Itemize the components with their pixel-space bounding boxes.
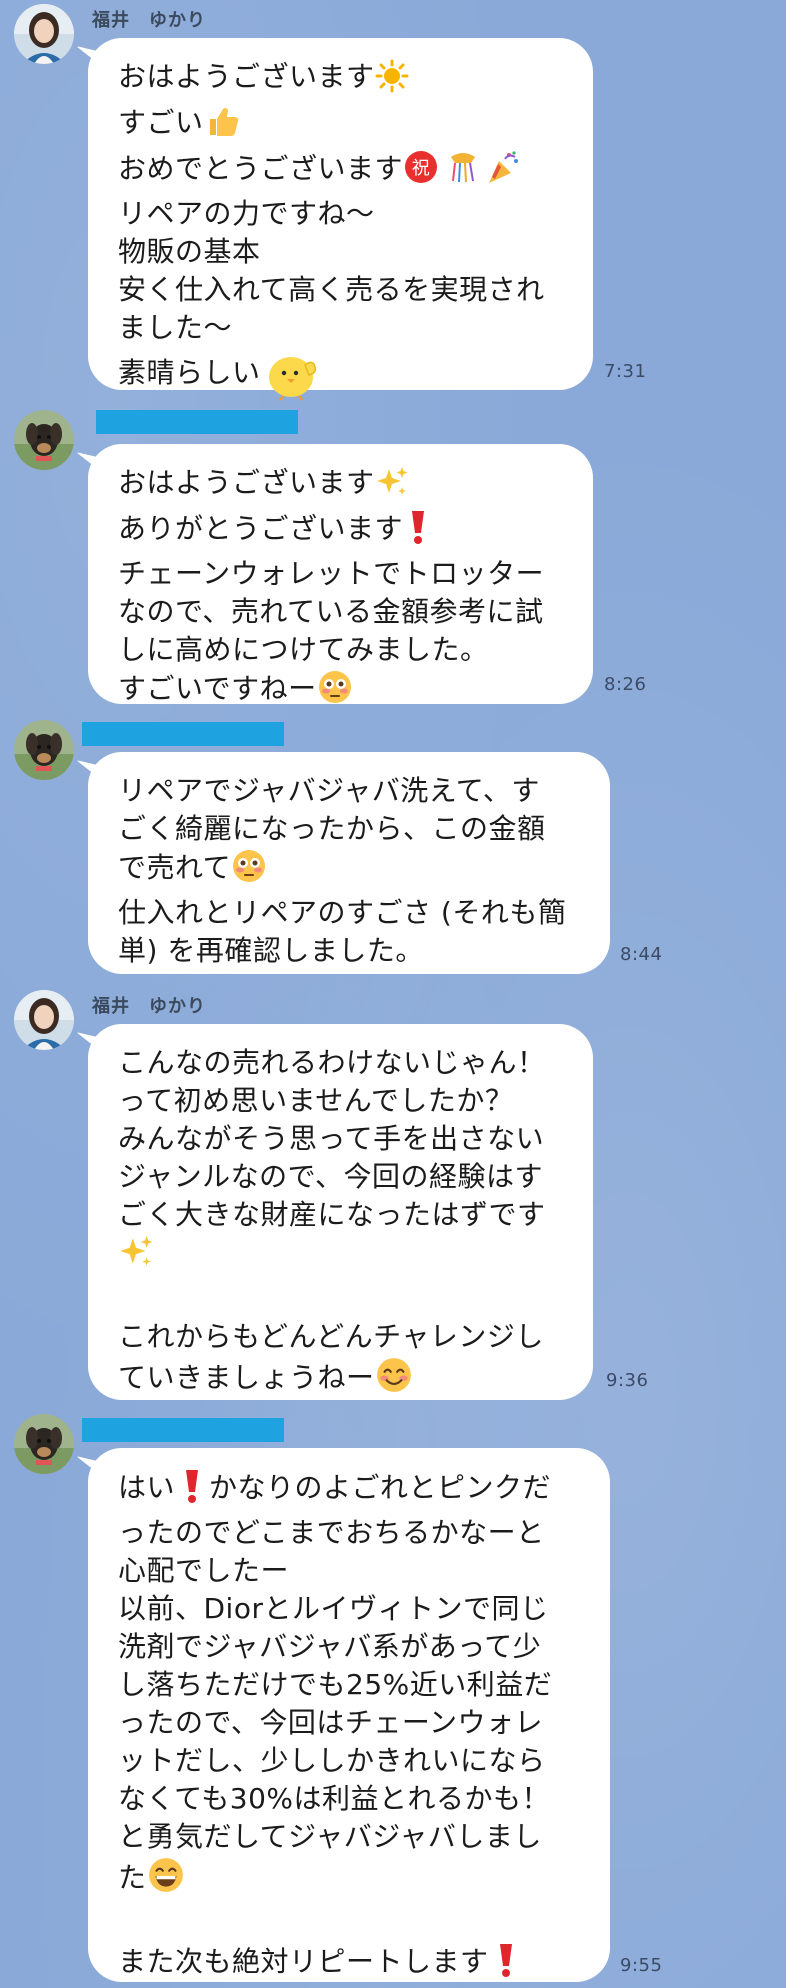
- message-line: [118, 1234, 563, 1280]
- svg-text:祝: 祝: [412, 158, 431, 179]
- message-line: し落ちただけでも25%近い利益だ: [118, 1668, 553, 1701]
- message-line: [118, 1904, 580, 1942]
- message-line: しに高めにつけてみました。: [118, 633, 489, 666]
- message-line: こんなの売れるわけないじゃん！: [118, 1046, 546, 1079]
- red-exclamation-icon: [495, 1942, 517, 1988]
- sun-icon: [375, 59, 409, 103]
- message-line: リペアでジャバジャバ洗えて、す: [118, 774, 540, 807]
- timestamp: 7:31: [604, 361, 647, 382]
- sparkles-icon: [375, 465, 409, 509]
- avatar[interactable]: [14, 410, 74, 470]
- avatar[interactable]: [14, 990, 74, 1050]
- message-bubble[interactable]: はい かなりのよごれとピンクだ ったのでどこまでおちるかなーと 心配でしたー 以前…: [88, 1448, 610, 1982]
- sender-name: 福井 ゆかり: [92, 996, 206, 1017]
- message-line: みんながそう思って手を出さない: [118, 1122, 545, 1155]
- grinning-face-icon: [147, 1856, 185, 1904]
- party-popper-icon: [485, 149, 521, 195]
- message-bubble[interactable]: おはようございます すごい おめでとうございます祝 リペアの力ですね〜 物販の基…: [88, 38, 593, 401]
- message-line: チェーンウォレットでトロッター: [118, 557, 545, 590]
- message-line: ていきましょうねー: [118, 1356, 563, 1404]
- message-bubble[interactable]: こんなの売れるわけないじゃん！ って初め思いませんでしたか？ みんながそう思って…: [88, 1024, 593, 1400]
- message-line: ありがとうございます: [118, 509, 563, 555]
- avatar[interactable]: [14, 4, 74, 64]
- message-line: ました〜: [118, 311, 233, 344]
- redacted-sender-name: [96, 410, 298, 434]
- avatar[interactable]: [14, 1414, 74, 1474]
- sender-name: 福井 ゆかり: [92, 10, 206, 31]
- flushed-face-icon: [231, 848, 267, 894]
- message-line: ジャンルなので、今回の経験はす: [118, 1160, 543, 1193]
- message-line: た: [118, 1856, 580, 1904]
- message-line: 単) を再確認しました。: [118, 934, 424, 967]
- message-line: ごく大きな財産になったはずです: [118, 1198, 546, 1231]
- message-line: で売れて: [118, 848, 580, 894]
- message-line: 心配でしたー: [118, 1554, 290, 1587]
- message-line: なので、売れている金額参考に試: [118, 595, 544, 628]
- message-line: ットだし、少ししかきれいになら: [118, 1744, 546, 1777]
- confetti-ball-icon: [445, 149, 481, 195]
- timestamp: 9:55: [620, 1955, 663, 1976]
- sparkles-icon: [118, 1234, 154, 1280]
- message-line: って初め思いませんでしたか？: [118, 1084, 514, 1117]
- chick-thumbs-up-sticker-icon: [263, 351, 323, 411]
- message-line: 物販の基本: [118, 235, 261, 268]
- chat-window: 福井 ゆかり おはようございます すごい おめでとうございます祝 リペアの力です…: [0, 0, 786, 1988]
- message-line: ごく綺麗になったから、この金額: [118, 812, 546, 845]
- avatar[interactable]: [14, 720, 74, 780]
- redacted-sender-name: [82, 722, 284, 746]
- timestamp: 9:36: [606, 1370, 649, 1391]
- smiling-face-icon: [375, 1356, 413, 1404]
- message-line: おめでとうございます祝: [118, 149, 563, 195]
- message-line: これからもどんどんチャレンジし: [118, 1320, 544, 1353]
- message-line: 洗剤でジャバジャバ系があって少: [118, 1630, 542, 1663]
- red-exclamation-icon: [181, 1468, 203, 1514]
- message-line: 安く仕入れて高く売るを実現され: [118, 273, 545, 306]
- message-line: 仕入れとリペアのすごさ (それも簡: [118, 896, 567, 929]
- message-line: [118, 1280, 563, 1318]
- message-line: また次も絶対リピートします: [118, 1942, 580, 1988]
- timestamp: 8:26: [604, 674, 647, 695]
- redacted-sender-name: [82, 1418, 284, 1442]
- red-exclamation-icon: [407, 509, 429, 555]
- congratulations-kanji-icon: 祝: [403, 149, 439, 195]
- message-line: おはようございます: [118, 464, 563, 509]
- timestamp: 8:44: [620, 944, 663, 965]
- message-line: リペアの力ですね〜: [118, 197, 375, 230]
- thumbs-up-icon: [204, 103, 240, 149]
- message-line: ったのでどこまでおちるかなーと: [118, 1516, 545, 1549]
- message-line: なくても30%は利益とれるかも！: [118, 1782, 550, 1815]
- message-line: 素晴らしい: [118, 351, 563, 411]
- message-line: はい かなりのよごれとピンクだ: [118, 1468, 580, 1514]
- message-line: と勇気だしてジャバジャバしまし: [118, 1820, 542, 1853]
- message-line: ったので、今回はチェーンウォレ: [118, 1706, 543, 1739]
- message-line: 以前、Diorとルイヴィトンで同じ: [118, 1592, 549, 1625]
- message-line: すごいですねー: [118, 669, 563, 715]
- message-bubble[interactable]: リペアでジャバジャバ洗えて、す ごく綺麗になったから、この金額 で売れて 仕入れ…: [88, 752, 610, 974]
- message-bubble[interactable]: おはようございます ありがとうございます チェーンウォレットでトロッター なので…: [88, 444, 593, 705]
- flushed-face-icon: [317, 669, 353, 715]
- message-line: すごい: [118, 103, 563, 149]
- message-line: おはようございます: [118, 58, 563, 103]
